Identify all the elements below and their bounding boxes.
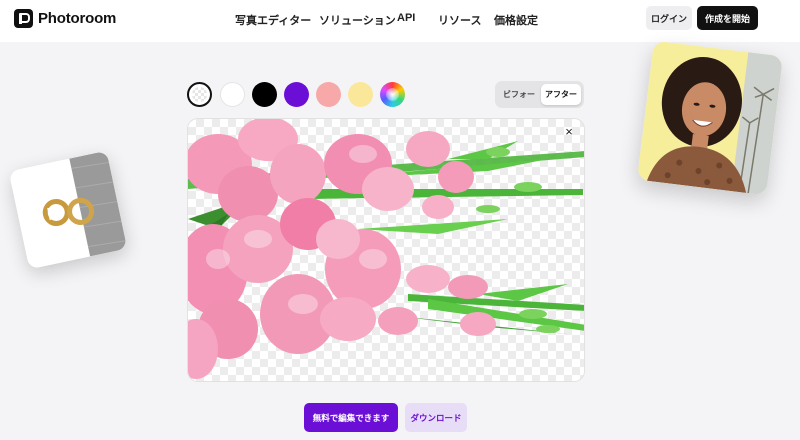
swatch-white[interactable] (220, 82, 245, 107)
nav-photo-editor[interactable]: 写真エディター (235, 12, 311, 28)
swatch-custom-color[interactable] (380, 82, 405, 107)
swatch-yellow[interactable] (348, 82, 373, 107)
brand-logo[interactable]: Photoroom (14, 9, 116, 28)
swatch-pink[interactable] (316, 82, 341, 107)
flower-image (188, 119, 584, 379)
site-header: Photoroom 写真エディター ソリューション API リソース 価格設定 … (0, 0, 800, 42)
download-button[interactable]: ダウンロード (405, 403, 467, 432)
swatch-black[interactable] (252, 82, 277, 107)
earrings-sample-card (8, 150, 128, 270)
nav-pricing[interactable]: 価格設定 (494, 12, 538, 28)
nav-api[interactable]: API (397, 12, 415, 24)
before-after-toggle: ビフォー アフター (495, 81, 584, 108)
photoroom-logo-icon (14, 9, 33, 28)
woman-portrait-image (636, 40, 784, 196)
brand-name: Photoroom (38, 10, 117, 27)
swatch-transparent[interactable] (187, 82, 212, 107)
login-button[interactable]: ログイン (646, 6, 692, 30)
after-tab[interactable]: アフター (541, 84, 581, 105)
portrait-sample-card (636, 40, 784, 196)
before-tab[interactable]: ビフォー (498, 84, 540, 105)
earrings-image (8, 150, 128, 270)
swatch-purple[interactable] (284, 82, 309, 107)
nav-solutions[interactable]: ソリューション (319, 12, 396, 28)
image-canvas[interactable] (187, 118, 585, 382)
nav-resources[interactable]: リソース (438, 12, 481, 28)
edit-free-button[interactable]: 無料で編集できます (304, 403, 398, 432)
close-icon[interactable]: × (561, 124, 577, 140)
start-creating-button[interactable]: 作成を開始 (697, 6, 758, 30)
